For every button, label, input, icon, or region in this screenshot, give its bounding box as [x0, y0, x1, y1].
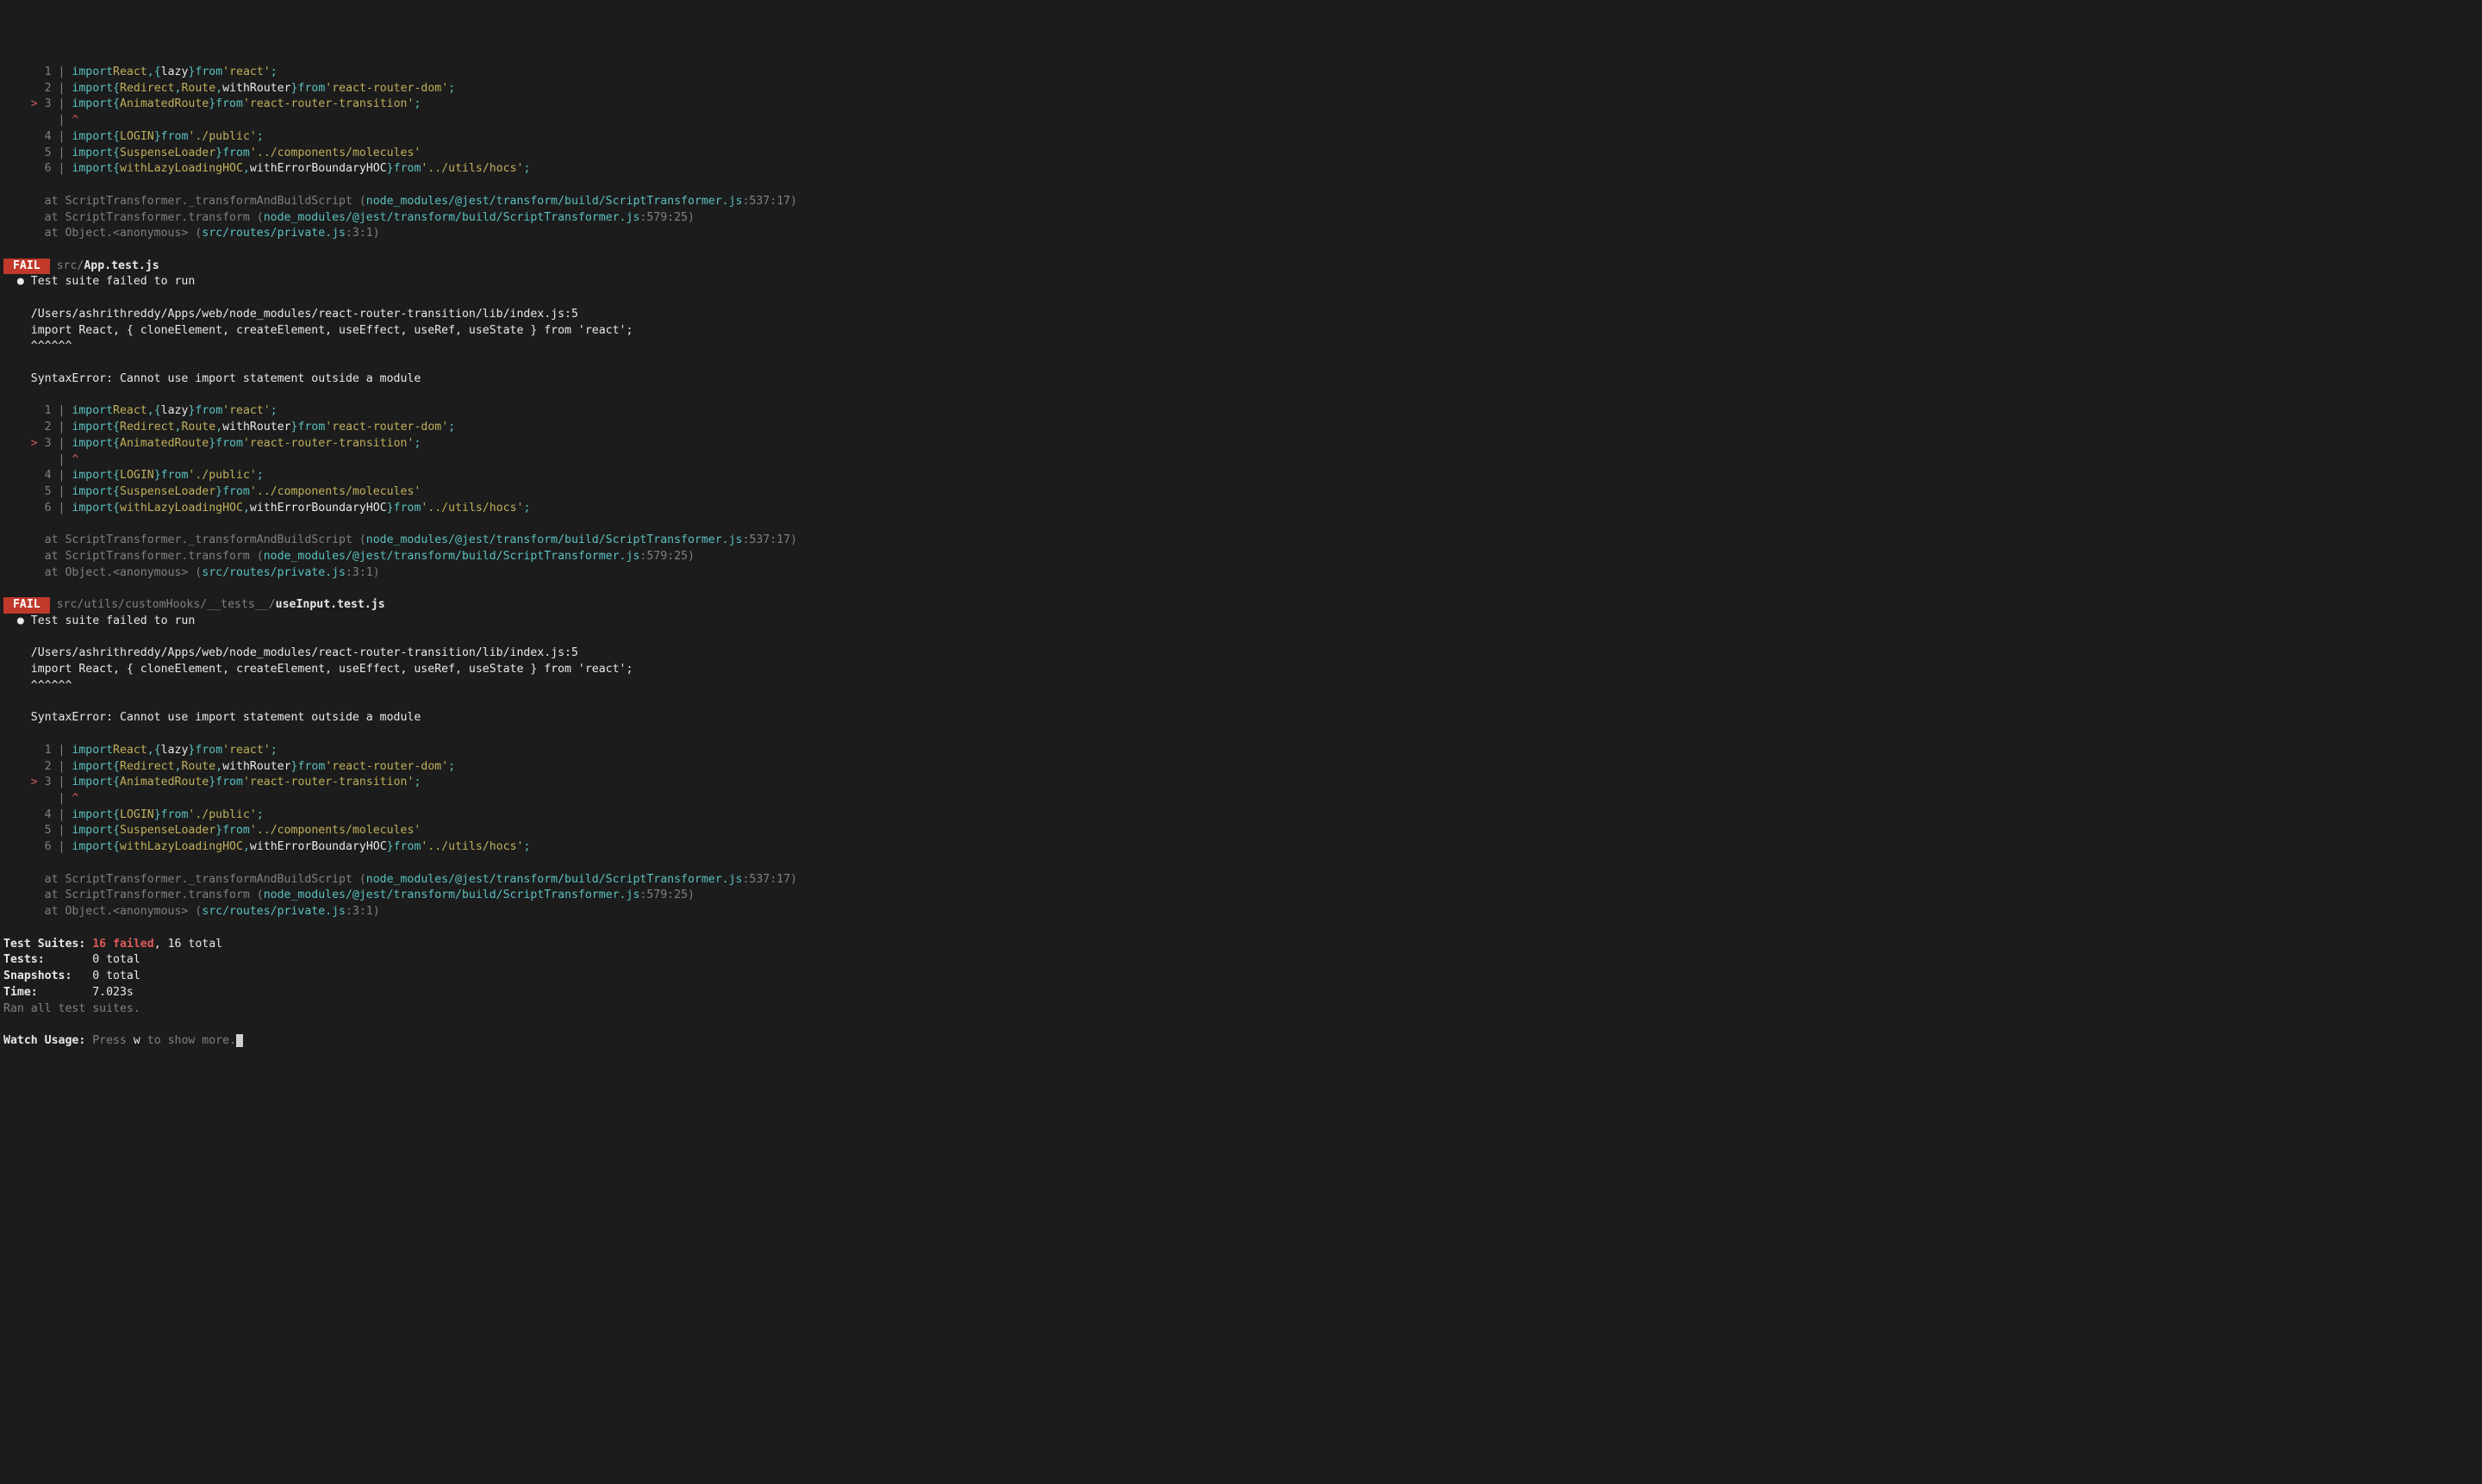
summary-tests: Tests: 0 total — [3, 952, 2479, 969]
code-line: 1 | importReact,{lazy}from'react'; — [3, 743, 2479, 759]
fail-badge: FAIL — [3, 597, 50, 614]
code-line: 4 | import{LOGIN}from'./public'; — [3, 129, 2479, 146]
test-suite-header: FAIL src/utils/customHooks/__tests__/use… — [3, 597, 2479, 614]
stack-frame: at Object.<anonymous> (src/routes/privat… — [3, 904, 2479, 920]
stack-frame: at Object.<anonymous> (src/routes/privat… — [3, 565, 2479, 582]
stack-frame: at Object.<anonymous> (src/routes/privat… — [3, 226, 2479, 242]
summary-test-suites: Test Suites: 16 failed, 16 total — [3, 937, 2479, 953]
stack-frame: at ScriptTransformer._transformAndBuildS… — [3, 533, 2479, 549]
stack-frame: at ScriptTransformer._transformAndBuildS… — [3, 872, 2479, 889]
stack-frame: at ScriptTransformer._transformAndBuildS… — [3, 194, 2479, 210]
code-line: 2 | import{Redirect,Route,withRouter}fro… — [3, 81, 2479, 97]
carets: ^^^^^^ — [3, 339, 2479, 355]
code-line: > 3 | import{AnimatedRoute}from'react-ro… — [3, 436, 2479, 452]
code-line: 4 | import{LOGIN}from'./public'; — [3, 468, 2479, 484]
error-import-line: import React, { cloneElement, createElem… — [3, 662, 2479, 678]
code-line: 1 | importReact,{lazy}from'react'; — [3, 65, 2479, 81]
stack-frame: at ScriptTransformer.transform (node_mod… — [3, 888, 2479, 904]
suite-fail-msg: ● Test suite failed to run — [3, 614, 2479, 630]
code-line: 6 | import{withLazyLoadingHOC,withErrorB… — [3, 161, 2479, 178]
syntax-error: SyntaxError: Cannot use import statement… — [3, 371, 2479, 388]
code-line: 6 | import{withLazyLoadingHOC,withErrorB… — [3, 839, 2479, 856]
fail-badge: FAIL — [3, 259, 50, 275]
summary-ran-all: Ran all test suites. — [3, 1001, 2479, 1018]
watch-usage[interactable]: Watch Usage: Press w to show more. — [3, 1033, 2479, 1050]
code-line: 1 | importReact,{lazy}from'react'; — [3, 403, 2479, 420]
error-path: /Users/ashrithreddy/Apps/web/node_module… — [3, 307, 2479, 323]
carets: ^^^^^^ — [3, 678, 2479, 695]
syntax-error: SyntaxError: Cannot use import statement… — [3, 710, 2479, 726]
code-line: | ^ — [3, 452, 2479, 469]
stack-frame: at ScriptTransformer.transform (node_mod… — [3, 210, 2479, 227]
code-line: | ^ — [3, 791, 2479, 807]
code-line: 2 | import{Redirect,Route,withRouter}fro… — [3, 420, 2479, 436]
code-line: 5 | import{SuspenseLoader}from'../compon… — [3, 823, 2479, 839]
code-line: > 3 | import{AnimatedRoute}from'react-ro… — [3, 97, 2479, 113]
code-line: 2 | import{Redirect,Route,withRouter}fro… — [3, 759, 2479, 776]
code-line: 5 | import{SuspenseLoader}from'../compon… — [3, 146, 2479, 162]
test-suite-header: FAIL src/App.test.js — [3, 259, 2479, 275]
terminal-output[interactable]: 1 | importReact,{lazy}from'react'; 2 | i… — [3, 65, 2479, 1050]
code-line: 6 | import{withLazyLoadingHOC,withErrorB… — [3, 501, 2479, 517]
code-line: 5 | import{SuspenseLoader}from'../compon… — [3, 484, 2479, 501]
code-line: | ^ — [3, 113, 2479, 129]
error-path: /Users/ashrithreddy/Apps/web/node_module… — [3, 645, 2479, 662]
stack-frame: at ScriptTransformer.transform (node_mod… — [3, 549, 2479, 565]
code-line: > 3 | import{AnimatedRoute}from'react-ro… — [3, 775, 2479, 791]
summary-snapshots: Snapshots: 0 total — [3, 969, 2479, 985]
error-import-line: import React, { cloneElement, createElem… — [3, 323, 2479, 340]
summary-time: Time: 7.023s — [3, 985, 2479, 1001]
suite-fail-msg: ● Test suite failed to run — [3, 274, 2479, 290]
code-line: 4 | import{LOGIN}from'./public'; — [3, 807, 2479, 824]
cursor — [236, 1034, 243, 1047]
